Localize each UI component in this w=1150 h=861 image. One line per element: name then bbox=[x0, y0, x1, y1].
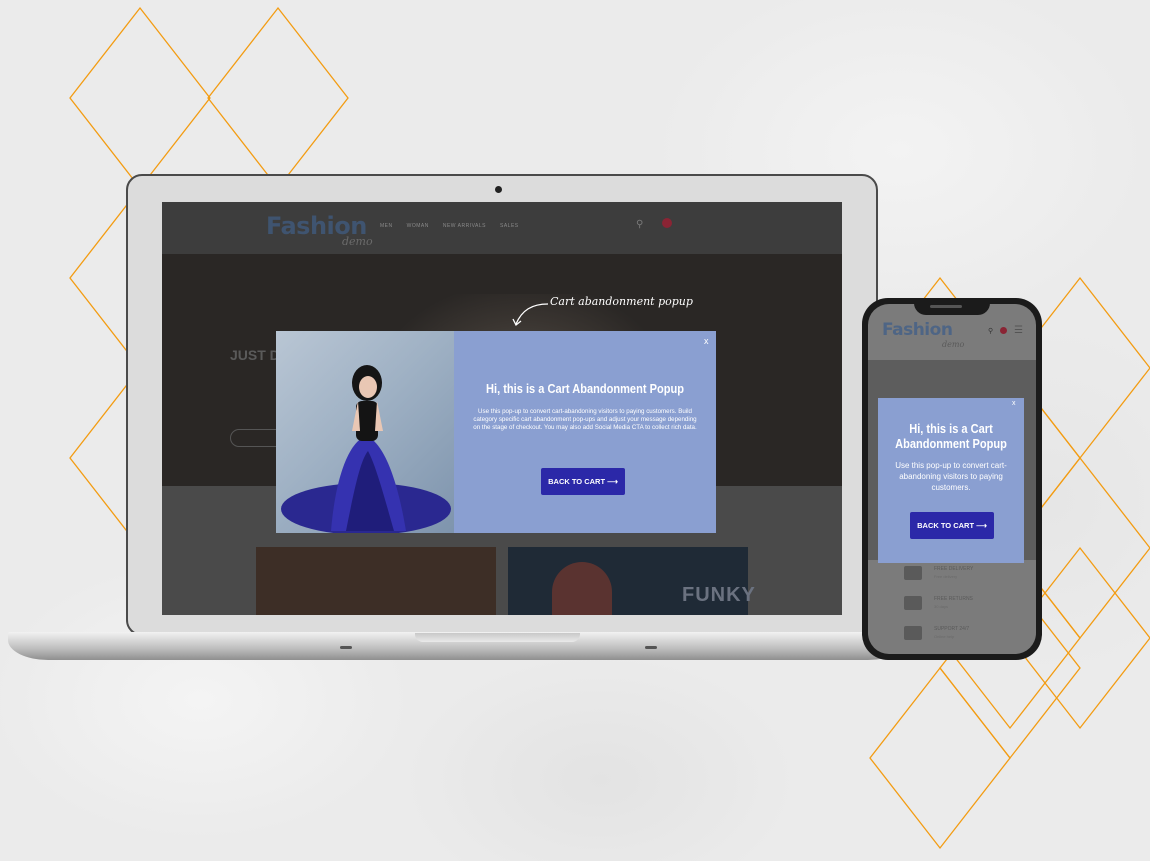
list-item-subtitle: Free delivery bbox=[934, 574, 958, 579]
model-image bbox=[552, 562, 612, 615]
nav-item-woman[interactable]: WOMAN bbox=[407, 223, 429, 229]
tile-label: FUNKY bbox=[682, 584, 756, 606]
camera-icon bbox=[495, 186, 502, 193]
mobile-site-logo[interactable]: Fashion bbox=[882, 320, 953, 340]
popup-close-button[interactable]: x bbox=[704, 336, 709, 346]
category-tile[interactable] bbox=[256, 547, 496, 615]
mobile-logo-sub: demo bbox=[942, 340, 965, 349]
list-item-subtitle: 30 days bbox=[934, 604, 949, 609]
nav-item-sales[interactable]: SALES bbox=[500, 223, 519, 229]
mobile-search-icon[interactable]: ⚲ bbox=[988, 327, 993, 335]
laptop-notch bbox=[415, 633, 580, 642]
mobile-popup-title: Hi, this is a Cart Abandonment Popup bbox=[895, 421, 1007, 451]
phone-speaker bbox=[930, 305, 962, 308]
laptop-foot bbox=[645, 646, 657, 649]
money-icon bbox=[904, 596, 922, 610]
hamburger-menu-icon[interactable]: ☰ bbox=[1014, 326, 1023, 336]
list-item: SUPPORT 24/7 Online help bbox=[904, 624, 1024, 646]
mobile-popup-close-button[interactable]: x bbox=[1012, 400, 1016, 407]
nav-item-new-arrivals[interactable]: NEW ARRIVALS bbox=[443, 223, 486, 229]
mobile-popup-body-text: Use this pop-up to convert cart-abandoni… bbox=[895, 461, 1007, 492]
list-item-title: FREE RETURNS bbox=[934, 596, 973, 602]
cart-abandonment-popup: x Hi, this is a Cart Abandonment Popup U… bbox=[276, 331, 716, 533]
laptop-foot bbox=[340, 646, 352, 649]
list-item-subtitle: Online help bbox=[934, 634, 955, 639]
popup-model-image bbox=[276, 331, 454, 533]
hero-title: JUST D bbox=[230, 347, 280, 363]
phone-notch bbox=[914, 301, 990, 315]
mobile-back-to-cart-button[interactable]: BACK TO CART ⟶ bbox=[910, 512, 994, 539]
mobile-cart-icon[interactable] bbox=[1000, 327, 1007, 334]
main-nav: MEN WOMAN NEW ARRIVALS SALES bbox=[380, 223, 519, 229]
popup-body-text: Use this pop-up to convert cart-abandoni… bbox=[473, 408, 697, 431]
list-item-title: FREE DELIVERY bbox=[934, 566, 974, 572]
back-to-cart-button[interactable]: BACK TO CART ⟶ bbox=[541, 468, 625, 495]
list-item-title: SUPPORT 24/7 bbox=[934, 626, 970, 632]
site-logo-sub: demo bbox=[342, 235, 373, 248]
curved-arrow-icon bbox=[512, 303, 549, 327]
list-item: FREE RETURNS 30 days bbox=[904, 594, 1024, 616]
search-icon[interactable]: ⚲ bbox=[636, 219, 643, 230]
annotation-label: Cart abandonment popup bbox=[550, 295, 693, 308]
cart-icon[interactable] bbox=[662, 218, 672, 228]
support-person-icon bbox=[904, 626, 922, 640]
popup-title: Hi, this is a Cart Abandonment Popup bbox=[486, 381, 684, 396]
delivery-truck-icon bbox=[904, 566, 922, 580]
woman-in-gown-illustration bbox=[281, 365, 451, 533]
nav-item-men[interactable]: MEN bbox=[380, 223, 393, 229]
list-item: FREE DELIVERY Free delivery bbox=[904, 564, 1024, 586]
site-header: Fashion demo MEN WOMAN NEW ARRIVALS SALE… bbox=[162, 202, 842, 254]
